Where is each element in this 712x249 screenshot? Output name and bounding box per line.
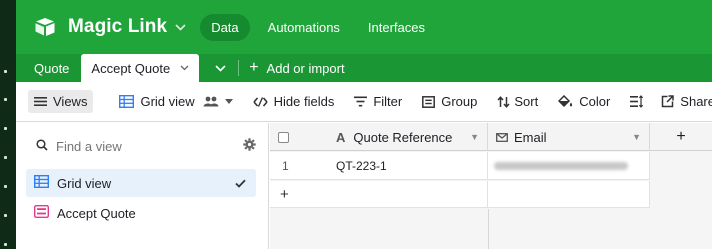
add-row[interactable]: + [270, 181, 650, 208]
edge-marker [4, 185, 7, 188]
cell-email-redacted[interactable] [488, 152, 650, 179]
add-row-cell [488, 181, 650, 207]
chevron-down-icon[interactable] [175, 20, 186, 34]
tables-bar: Quote Accept Quote + Add or import [16, 54, 712, 82]
plus-icon: + [676, 128, 686, 145]
email-field-icon [496, 132, 508, 142]
view-label: Accept Quote [57, 205, 136, 221]
find-view-input[interactable] [56, 138, 226, 154]
form-view-icon [33, 204, 50, 221]
share-view-label: Share view [680, 94, 712, 109]
row-height-button[interactable] [630, 95, 644, 108]
edge-marker [4, 156, 7, 159]
color-label: Color [579, 94, 611, 109]
column-label: Email [514, 129, 547, 145]
views-toggle-button[interactable]: Views [28, 90, 94, 113]
chevron-down-icon[interactable] [180, 63, 189, 74]
add-field-button[interactable]: + [650, 123, 712, 151]
current-view-label: Grid view [140, 94, 195, 109]
view-toolbar: Views Grid view Hide fields Filter Group [16, 82, 712, 122]
text-field-icon: A [336, 129, 346, 145]
checkmark-icon [235, 176, 246, 191]
table-tab-accept-quote[interactable]: Accept Quote [81, 54, 200, 82]
base-name[interactable]: Magic Link [68, 16, 167, 38]
share-icon [661, 95, 675, 108]
add-or-import-label: Add or import [266, 60, 345, 76]
table-tab-label: Accept Quote [91, 60, 171, 76]
caret-down-icon [224, 99, 233, 104]
divider [238, 60, 240, 76]
window-edge-strip [0, 0, 16, 249]
hide-fields-button[interactable]: Hide fields [253, 94, 335, 109]
column-label: Quote Reference [353, 129, 453, 145]
edge-marker [4, 127, 7, 130]
group-label: Group [441, 94, 478, 109]
group-button[interactable]: Group [422, 94, 477, 109]
sidebar-view-accept-quote[interactable]: Accept Quote [26, 199, 256, 227]
add-record-button[interactable]: + [270, 181, 488, 207]
paint-bucket-icon [558, 95, 573, 108]
row-number: 1 [282, 158, 289, 173]
views-label: Views [53, 94, 88, 109]
column-divider [488, 209, 489, 249]
sidebar-view-grid-view[interactable]: Grid view [26, 169, 256, 197]
find-view-search [36, 135, 256, 157]
color-button[interactable]: Color [558, 94, 610, 109]
table-tab-quote[interactable]: Quote [16, 54, 79, 82]
collaborators-icon [203, 96, 219, 107]
table-row[interactable]: 1 QT-223-1 [270, 152, 650, 180]
column-header-quote-reference[interactable]: A Quote Reference ▼ [332, 123, 488, 151]
group-icon [422, 95, 436, 108]
data-grid: A Quote Reference ▼ Email ▼ + 1 QT-223-1… [270, 123, 712, 249]
edge-marker [4, 70, 7, 73]
current-view-button[interactable]: Grid view [119, 94, 238, 109]
nav-tab-data[interactable]: Data [200, 13, 250, 41]
sort-label: Sort [514, 94, 539, 109]
filter-icon [354, 96, 368, 107]
grid-view-icon [33, 174, 50, 191]
sort-icon [497, 95, 510, 108]
sort-button[interactable]: Sort [497, 94, 538, 109]
edge-marker [4, 243, 7, 246]
views-sidebar: Grid view Accept Quote [16, 123, 269, 249]
hide-fields-icon [253, 96, 268, 107]
hamburger-icon [34, 96, 47, 107]
nav-tab-interfaces[interactable]: Interfaces [368, 20, 425, 35]
airtable-logo-icon[interactable] [32, 14, 58, 40]
base-header: Magic Link Data Automations Interfaces [16, 0, 712, 54]
filter-label: Filter [373, 94, 403, 109]
filter-button[interactable]: Filter [354, 94, 402, 109]
add-or-import-button[interactable]: + Add or import [249, 54, 344, 82]
nav-tab-automations[interactable]: Automations [268, 20, 340, 35]
table-tab-label: Quote [34, 60, 70, 76]
column-header-email[interactable]: Email ▼ [488, 123, 650, 151]
search-icon [36, 138, 48, 154]
redacted-email [494, 161, 628, 170]
edge-marker [4, 214, 7, 217]
plus-icon: + [249, 59, 259, 76]
row-height-icon [630, 95, 644, 108]
select-all-checkbox[interactable] [278, 131, 289, 143]
view-label: Grid view [57, 175, 112, 191]
cell-quote-reference[interactable]: QT-223-1 [332, 152, 488, 179]
gear-icon[interactable] [243, 138, 256, 154]
select-all-cell [270, 123, 332, 151]
hide-fields-label: Hide fields [273, 94, 335, 109]
caret-down-icon[interactable]: ▼ [470, 132, 479, 142]
all-tables-chevron-icon[interactable] [215, 54, 226, 82]
caret-down-icon[interactable]: ▼ [632, 132, 641, 142]
share-view-button[interactable]: Share view [661, 94, 712, 109]
grid-header-row: A Quote Reference ▼ Email ▼ + [270, 123, 712, 151]
edge-marker [4, 98, 7, 101]
grid-view-icon [119, 95, 135, 108]
